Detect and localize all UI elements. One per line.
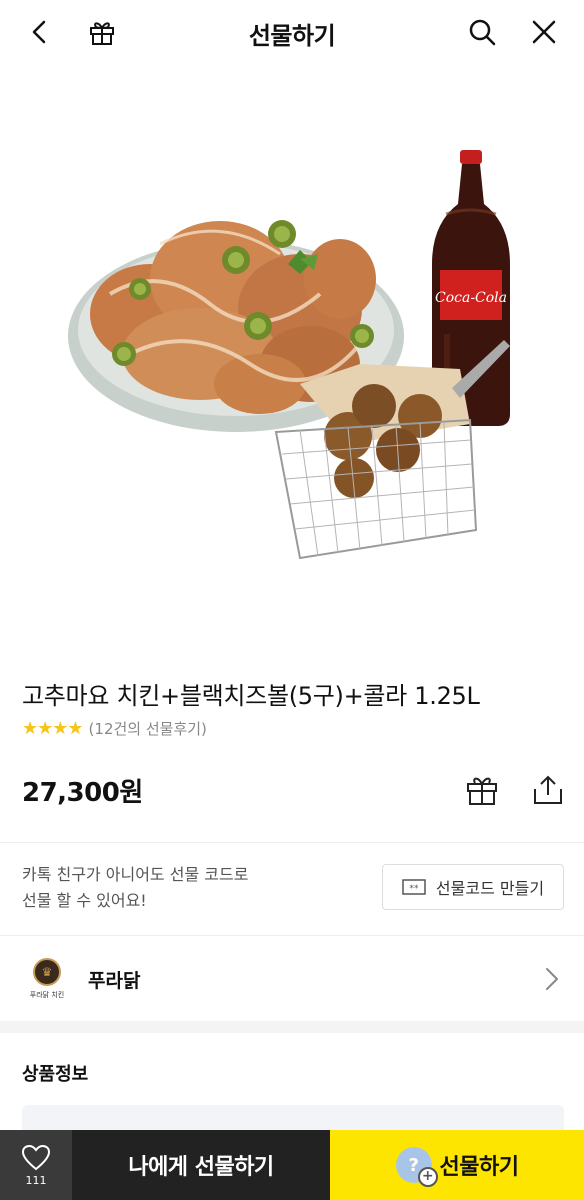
gift-code-line-1: 카톡 친구가 아니어도 선물 코드로 — [22, 865, 249, 884]
gift-box-icon — [467, 777, 497, 805]
product-price: 27,300원 — [22, 778, 143, 808]
create-gift-code-label: 선물코드 만들기 — [435, 879, 545, 898]
review-count-link[interactable]: (12건의 선물후기) — [89, 718, 207, 739]
star-rating: ★★★★ — [22, 718, 84, 739]
like-count: 111 — [25, 1173, 47, 1187]
close-icon — [532, 20, 556, 44]
friend-avatar-icon: ? + — [395, 1147, 438, 1187]
plus-icon: + — [417, 1167, 438, 1187]
brand-name: 푸라닭 — [88, 970, 141, 992]
rating-row[interactable]: ★★★★ (12건의 선물후기) — [22, 718, 207, 739]
brand-logo: ♛ 푸라닭 치킨 — [22, 954, 72, 1004]
gift-badge-text: ? — [408, 1154, 419, 1176]
gift-code-line-2: 선물 할 수 있어요! — [22, 891, 147, 910]
chevron-right-icon — [546, 968, 558, 990]
create-gift-code-button[interactable]: ** 선물코드 만들기 — [382, 864, 564, 910]
search-icon — [469, 19, 496, 46]
send-gift-label: 선물하기 — [439, 1155, 519, 1180]
ticket-icon: ** — [402, 879, 426, 895]
product-title: 고추마요 치킨+블랙치즈볼(5구)+콜라 1.25L — [22, 682, 480, 710]
share-icon — [534, 775, 562, 804]
top-header: 선물하기 — [0, 0, 584, 64]
close-button[interactable] — [524, 12, 564, 52]
heart-icon — [21, 1144, 51, 1170]
product-image: Coca-Cola — [0, 64, 584, 656]
search-button[interactable] — [462, 12, 502, 52]
gift-wishlist-button[interactable] — [464, 772, 500, 808]
brand-row[interactable]: ♛ 푸라닭 치킨 푸라닭 — [0, 935, 584, 1021]
share-button[interactable] — [530, 772, 566, 808]
send-gift-button[interactable]: ? + 선물하기 — [330, 1130, 584, 1200]
svg-text:**: ** — [409, 884, 419, 894]
product-info-title: 상품정보 — [22, 1064, 89, 1085]
gift-to-self-button[interactable]: 나에게 선물하기 — [72, 1130, 330, 1200]
like-button[interactable]: 111 — [0, 1130, 72, 1200]
section-separator — [0, 1021, 584, 1033]
bottle-label: Coca-Cola — [435, 290, 507, 306]
bottom-action-bar: 111 나에게 선물하기 ? + 선물하기 — [0, 1130, 584, 1200]
brand-logo-text: 푸라닭 치킨 — [29, 991, 65, 999]
divider — [0, 842, 584, 843]
product-illustration: Coca-Cola — [68, 150, 510, 560]
gift-code-description: 카톡 친구가 아니어도 선물 코드로 선물 할 수 있어요! — [22, 862, 352, 914]
